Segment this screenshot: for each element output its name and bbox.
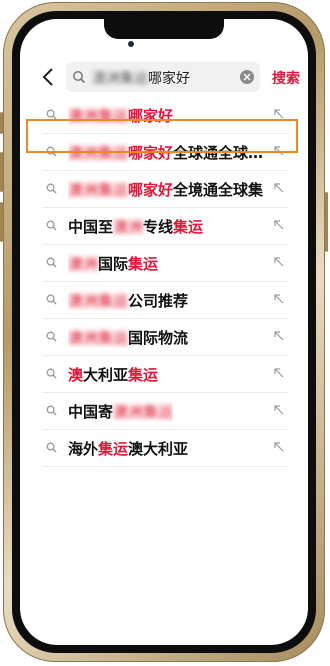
search-icon xyxy=(46,109,57,120)
notch xyxy=(104,19,224,39)
suggestion-row[interactable]: 澳洲集运哪家好 xyxy=(42,97,288,134)
suggestion-list: 澳洲集运哪家好 澳洲集运哪家好全球通全球… 澳洲集运哪家好全境通全球集 中国至澳洲专线… xyxy=(20,97,308,467)
arrow-up-left-icon[interactable] xyxy=(273,330,284,341)
suggestion-text: 海外集运澳大利亚 xyxy=(68,438,188,459)
search-query: 澳洲集运哪家好 xyxy=(92,68,190,88)
volume-down-button xyxy=(0,202,3,242)
search-icon xyxy=(46,220,57,231)
suggestion-text: 澳洲集运国际物流 xyxy=(68,327,188,348)
suggestion-row[interactable]: 澳洲国际集运 xyxy=(42,245,288,282)
suggestion-segment: 集运 xyxy=(128,366,159,384)
suggestion-segment: 澳洲集运 xyxy=(68,181,129,199)
suggestion-segment: 大利亚 xyxy=(83,366,129,384)
arrow-up-left-icon[interactable] xyxy=(273,404,284,415)
suggestion-segment: 哪家好 xyxy=(128,144,174,162)
camera xyxy=(128,41,134,47)
suggestion-segment: 国际物流 xyxy=(128,329,189,347)
suggestion-text: 中国至澳洲专线集运 xyxy=(68,216,203,237)
suggestion-row[interactable]: 澳洲集运公司推荐 xyxy=(42,282,288,319)
suggestion-segment: 中国至 xyxy=(68,218,114,236)
arrow-up-left-icon[interactable] xyxy=(273,256,284,267)
search-icon xyxy=(46,146,57,157)
search-icon xyxy=(46,257,57,268)
suggestion-row[interactable]: 澳洲集运哪家好全球通全球… xyxy=(42,134,288,171)
phone-screen: 澳洲集运哪家好 搜索 澳洲集运哪家好 澳洲集运哪家好全球通全球… 澳洲集运哪家好全境… xyxy=(20,19,308,645)
search-icon xyxy=(46,442,57,453)
search-icon xyxy=(73,71,86,84)
suggestion-segment: 澳洲集运 xyxy=(113,403,174,421)
suggestion-segment: 全境通全球集 xyxy=(173,181,264,199)
suggestion-segment: 澳洲集运 xyxy=(68,144,129,162)
suggestion-text: 澳洲国际集运 xyxy=(68,253,158,274)
suggestion-text: 澳洲集运哪家好全球通全球… xyxy=(68,142,263,163)
suggestion-text: 中国寄澳洲集运 xyxy=(68,401,173,422)
suggestion-segment: 澳 xyxy=(68,366,84,384)
search-icon xyxy=(46,331,57,342)
arrow-up-left-icon[interactable] xyxy=(273,182,284,193)
back-button[interactable] xyxy=(38,67,58,87)
suggestion-row[interactable]: 海外集运澳大利亚 xyxy=(42,430,288,467)
search-button[interactable]: 搜索 xyxy=(272,68,300,88)
arrow-up-left-icon[interactable] xyxy=(273,219,284,230)
suggestion-row[interactable]: 澳大利亚集运 xyxy=(42,356,288,393)
power-button xyxy=(325,192,328,252)
suggestion-text: 澳洲集运哪家好全境通全球集 xyxy=(68,179,263,200)
suggestion-segment: 澳洲集运 xyxy=(68,329,129,347)
search-input[interactable]: 澳洲集运哪家好 xyxy=(66,62,260,92)
suggestion-row[interactable]: 澳洲集运国际物流 xyxy=(42,319,288,356)
search-header: 澳洲集运哪家好 搜索 xyxy=(20,59,308,95)
suggestion-segment: 集运 xyxy=(173,218,204,236)
arrow-up-left-icon[interactable] xyxy=(273,367,284,378)
suggestion-segment: 海外 xyxy=(68,440,99,458)
suggestion-text: 澳洲集运哪家好 xyxy=(68,105,173,126)
phone-frame: 澳洲集运哪家好 搜索 澳洲集运哪家好 澳洲集运哪家好全球通全球… 澳洲集运哪家好全境… xyxy=(0,2,328,662)
suggestion-segment: 哪家好 xyxy=(128,181,174,199)
suggestion-segment: 集运 xyxy=(128,255,159,273)
search-icon xyxy=(46,368,57,379)
suggestion-row[interactable]: 中国寄澳洲集运 xyxy=(42,393,288,430)
suggestion-row[interactable]: 澳洲集运哪家好全境通全球集 xyxy=(42,171,288,208)
suggestion-segment: 国际 xyxy=(98,255,129,273)
search-icon xyxy=(46,405,57,416)
suggestion-row[interactable]: 中国至澳洲专线集运 xyxy=(42,208,288,245)
arrow-up-left-icon[interactable] xyxy=(273,145,284,156)
arrow-up-left-icon[interactable] xyxy=(273,293,284,304)
suggestion-segment: 澳洲集运 xyxy=(68,292,129,310)
search-icon xyxy=(46,294,57,305)
arrow-up-left-icon[interactable] xyxy=(273,108,284,119)
clear-button[interactable] xyxy=(240,70,254,84)
suggestion-segment: 澳洲 xyxy=(113,218,144,236)
clear-icon xyxy=(243,73,251,81)
suggestion-text: 澳洲集运公司推荐 xyxy=(68,290,188,311)
suggestion-segment: 哪家好 xyxy=(128,107,174,125)
phone-bezel: 澳洲集运哪家好 搜索 澳洲集运哪家好 澳洲集运哪家好全球通全球… 澳洲集运哪家好全境… xyxy=(12,11,316,653)
suggestion-segment: 全球通全球… xyxy=(173,144,264,162)
suggestion-segment: 澳大利亚 xyxy=(128,440,189,458)
suggestion-segment: 澳洲 xyxy=(68,255,99,273)
side-button xyxy=(0,112,3,134)
suggestion-segment: 集运 xyxy=(98,440,129,458)
suggestion-segment: 公司推荐 xyxy=(128,292,189,310)
chevron-left-icon xyxy=(42,68,53,86)
search-query-blurred: 澳洲集运 xyxy=(92,71,148,87)
suggestion-segment: 专线 xyxy=(143,218,174,236)
volume-up-button xyxy=(0,152,3,192)
suggestion-segment: 澳洲集运 xyxy=(68,107,129,125)
suggestion-text: 澳大利亚集运 xyxy=(68,364,158,385)
arrow-up-left-icon[interactable] xyxy=(273,441,284,452)
suggestion-segment: 中国寄 xyxy=(68,403,114,421)
search-icon xyxy=(46,183,57,194)
search-query-tail: 哪家好 xyxy=(148,71,190,87)
